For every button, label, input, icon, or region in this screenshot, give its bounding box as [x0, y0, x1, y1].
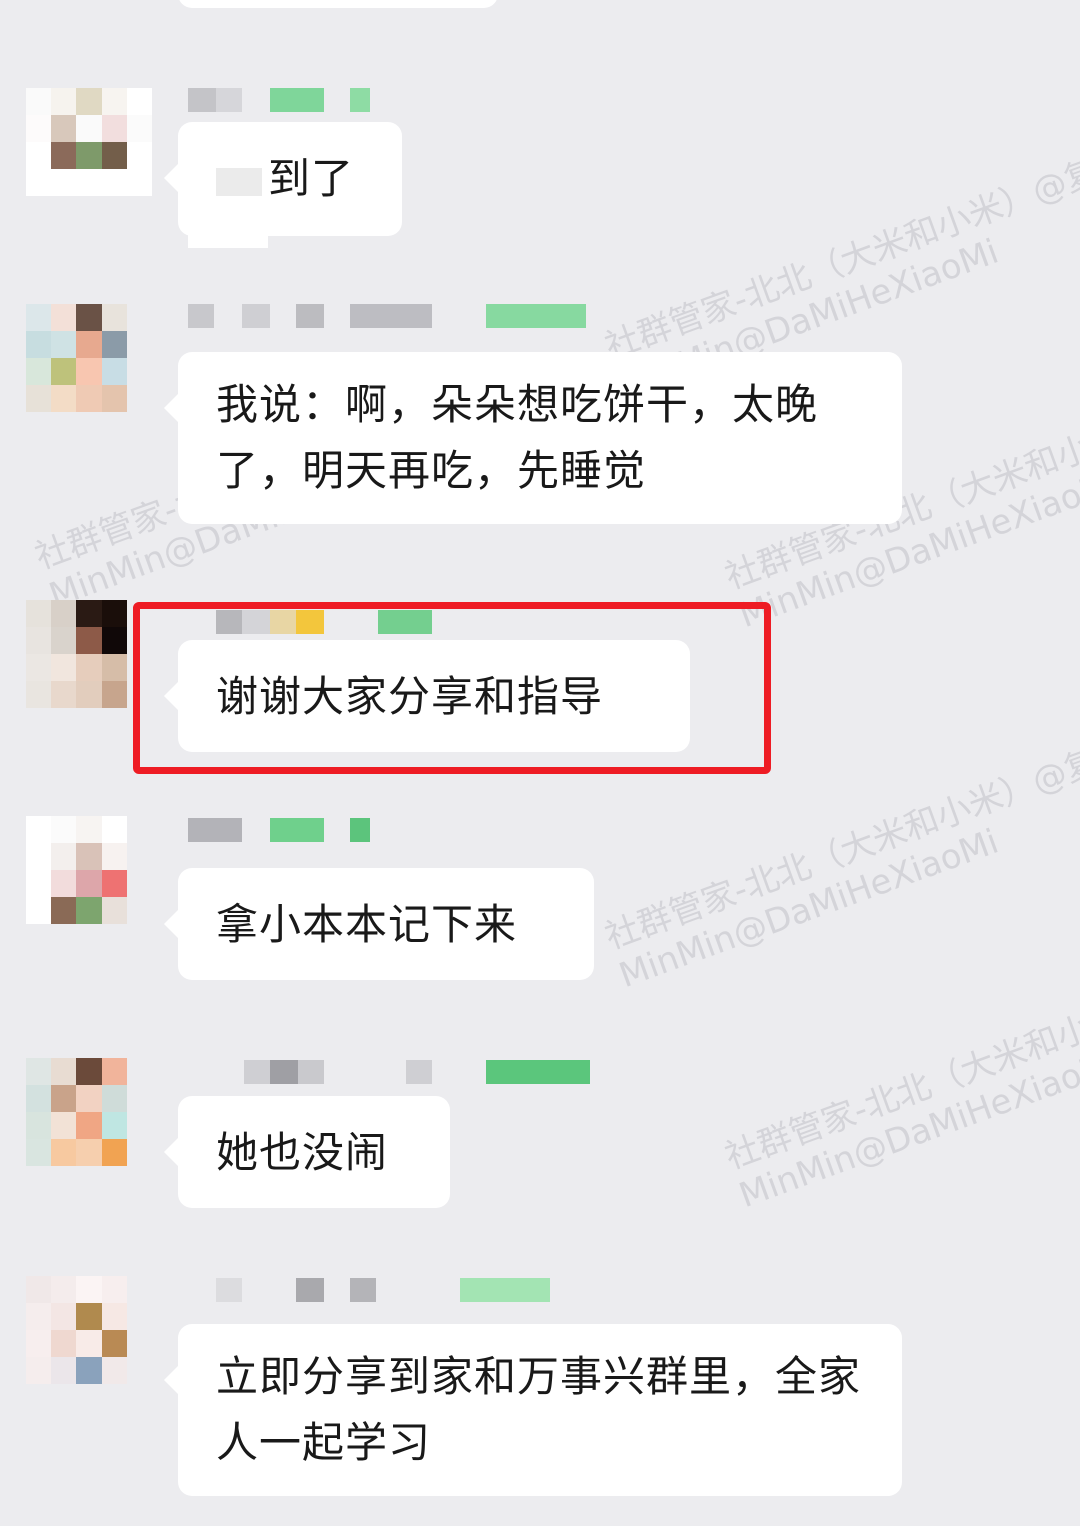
sender-name — [188, 818, 388, 842]
avatar[interactable] — [26, 88, 152, 196]
sender-name — [188, 304, 588, 328]
message-bubble[interactable]: 我说：啊，朵朵想吃饼干，太晚了，明天再吃，先睡觉 — [164, 352, 902, 524]
message-bubble[interactable]: 她也没闹 — [164, 1096, 450, 1208]
sender-name — [216, 1060, 596, 1084]
highlight-box — [133, 602, 771, 774]
previous-message-bubble — [178, 0, 498, 8]
avatar[interactable] — [26, 1276, 152, 1384]
message-bubble[interactable]: 拿小本本记下来 — [164, 868, 594, 980]
message-text: 拿小本本记下来 — [216, 900, 518, 949]
avatar[interactable] — [26, 1058, 152, 1166]
avatar[interactable] — [26, 816, 152, 924]
message-text: 我说：啊，朵朵想吃饼干，太晚了，明天再吃，先睡觉 — [216, 380, 819, 495]
avatar[interactable] — [26, 304, 152, 412]
pixelated-block — [216, 168, 262, 196]
message-text: 她也没闹 — [216, 1128, 389, 1177]
sender-name — [188, 88, 388, 112]
watermark: 社群管家-北北（大米和小米）@复MinMin@DaMiHeXiaoMi — [720, 961, 1080, 1216]
watermark: 社群管家-北北（大米和小米）@复MinMin@DaMiHeXiaoMi — [600, 741, 1080, 996]
message-bubble[interactable]: 立即分享到家和万事兴群里，全家人一起学习 — [164, 1324, 902, 1496]
message-text: 立即分享到家和万事兴群里，全家人一起学习 — [216, 1352, 862, 1467]
sender-name — [216, 1278, 556, 1302]
